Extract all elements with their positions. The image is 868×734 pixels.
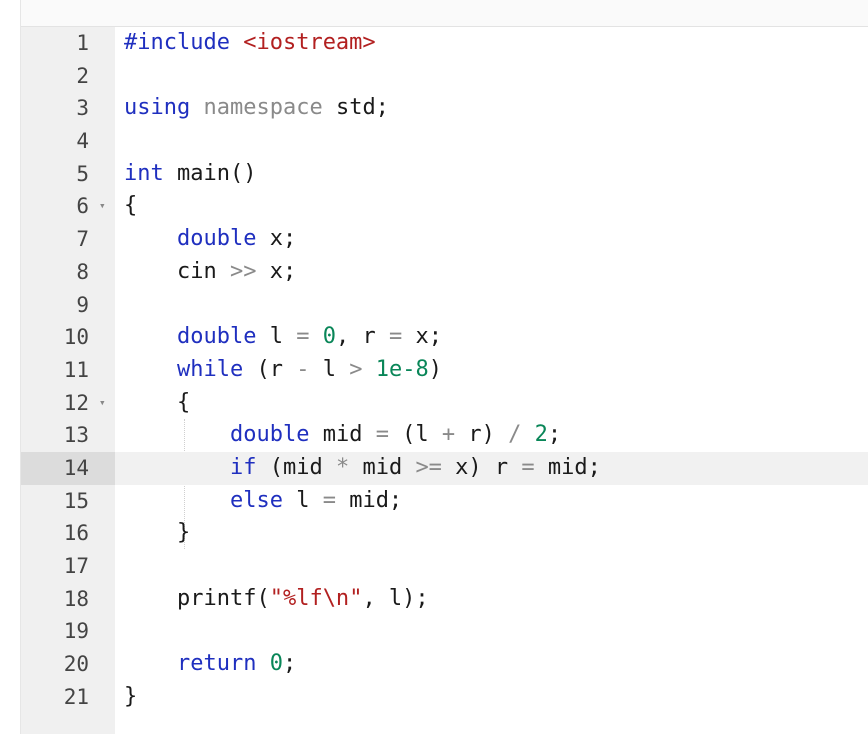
line-number: 1 [76,31,89,55]
code-line[interactable]: 11 while (r - l > 1e-8) [21,354,868,387]
gutter-cell: 8 [21,256,115,289]
code-text[interactable]: double l = 0, r = x; [124,321,442,354]
editor-toolbar [21,0,868,27]
line-number: 20 [63,652,89,677]
chevron-down-icon[interactable]: ▾ [99,387,106,420]
code-line[interactable]: 18 printf("%lf\n", l); [21,583,868,616]
code-line[interactable]: 1 #include <iostream> [21,27,868,60]
code-line[interactable]: 2 [21,60,868,93]
code-line[interactable]: 8 cin >> x; [21,256,868,289]
code-text[interactable]: using namespace std; [124,92,389,125]
line-number: 11 [63,357,89,382]
code-text[interactable]: printf("%lf\n", l); [124,583,429,616]
line-number: 3 [76,96,89,121]
line-number: 7 [76,227,89,252]
code-text[interactable]: return 0; [124,648,296,681]
gutter-cell: 7 [21,223,115,256]
code-line[interactable]: 3 using namespace std; [21,92,868,125]
line-number: 8 [76,259,89,284]
code-line[interactable]: 15 else l = mid; [21,485,868,518]
code-line[interactable]: 12 ▾ { [21,387,868,420]
code-line[interactable]: 7 double x; [21,223,868,256]
gutter-cell: 3 [21,92,115,125]
gutter-cell: 9 [21,289,115,322]
gutter-cell: 18 [21,583,115,616]
code-text[interactable]: } [124,681,137,714]
line-number: 21 [63,684,89,709]
code-line[interactable]: 13 double mid = (l + r) / 2; [21,419,868,452]
code-text[interactable]: else l = mid; [124,485,402,518]
line-number: 2 [76,63,89,88]
code-line[interactable]: 21} [21,681,868,714]
code-text[interactable]: double mid = (l + r) / 2; [124,419,561,452]
line-number: 10 [63,325,89,350]
gutter-cell: 5 [21,158,115,191]
line-number: 12 [63,390,89,415]
gutter-cell: 2 [21,60,115,93]
line-number: 18 [63,586,89,611]
line-number: 19 [63,619,89,644]
gutter-cell: 11 [21,354,115,387]
code-text[interactable]: #include <iostream> [124,27,376,60]
line-number: 4 [76,129,89,154]
gutter-cell: 14 [21,451,115,485]
code-text[interactable]: if (mid * mid >= x) r = mid; [124,452,601,485]
code-line[interactable]: 14 if (mid * mid >= x) r = mid; [21,451,868,485]
gutter-cell: 4 [21,125,115,158]
line-number: 13 [63,423,89,448]
gutter-cell: 13 [21,419,115,452]
code-line[interactable]: 16 } [21,517,868,550]
gutter-cell: 12 ▾ [21,387,115,420]
code-text[interactable]: { [124,387,190,420]
code-lines[interactable]: 1 #include <iostream> 2 3 using namespace st… [21,27,868,713]
line-number: 9 [76,292,89,317]
code-text[interactable]: double x; [124,223,296,256]
code-line[interactable]: 10 double l = 0, r = x; [21,321,868,354]
code-text[interactable]: while (r - l > 1e-8) [124,354,442,387]
code-text[interactable]: } [124,517,190,550]
line-number: 6 [76,194,89,219]
line-number: 17 [63,554,89,578]
code-text[interactable]: cin >> x; [124,256,296,289]
gutter-cell: 20 [21,648,115,681]
line-number: 14 [63,455,89,480]
code-text[interactable]: { [124,190,137,223]
line-number: 5 [76,161,89,186]
gutter-cell: 6 ▾ [21,190,115,223]
gutter-cell: 17 [21,550,115,583]
chevron-down-icon[interactable]: ▾ [99,190,106,223]
code-line[interactable]: 19 [21,615,868,648]
code-line[interactable]: 9 [21,289,868,322]
code-line[interactable]: 6 ▾{ [21,190,868,223]
code-line[interactable]: 17 [21,550,868,583]
code-editor[interactable]: 1 #include <iostream> 2 3 using namespace st… [20,0,868,734]
gutter-cell: 10 [21,321,115,354]
gutter-cell: 1 [21,27,115,60]
code-line[interactable]: 4 [21,125,868,158]
gutter-cell: 19 [21,615,115,648]
line-number: 15 [63,488,89,513]
gutter-cell: 21 [21,681,115,714]
line-number: 16 [63,521,89,546]
code-line[interactable]: 5 int main() [21,158,868,191]
gutter-cell: 15 [21,485,115,518]
code-text[interactable]: int main() [124,158,256,191]
code-line[interactable]: 20 return 0; [21,648,868,681]
gutter-cell: 16 [21,517,115,550]
